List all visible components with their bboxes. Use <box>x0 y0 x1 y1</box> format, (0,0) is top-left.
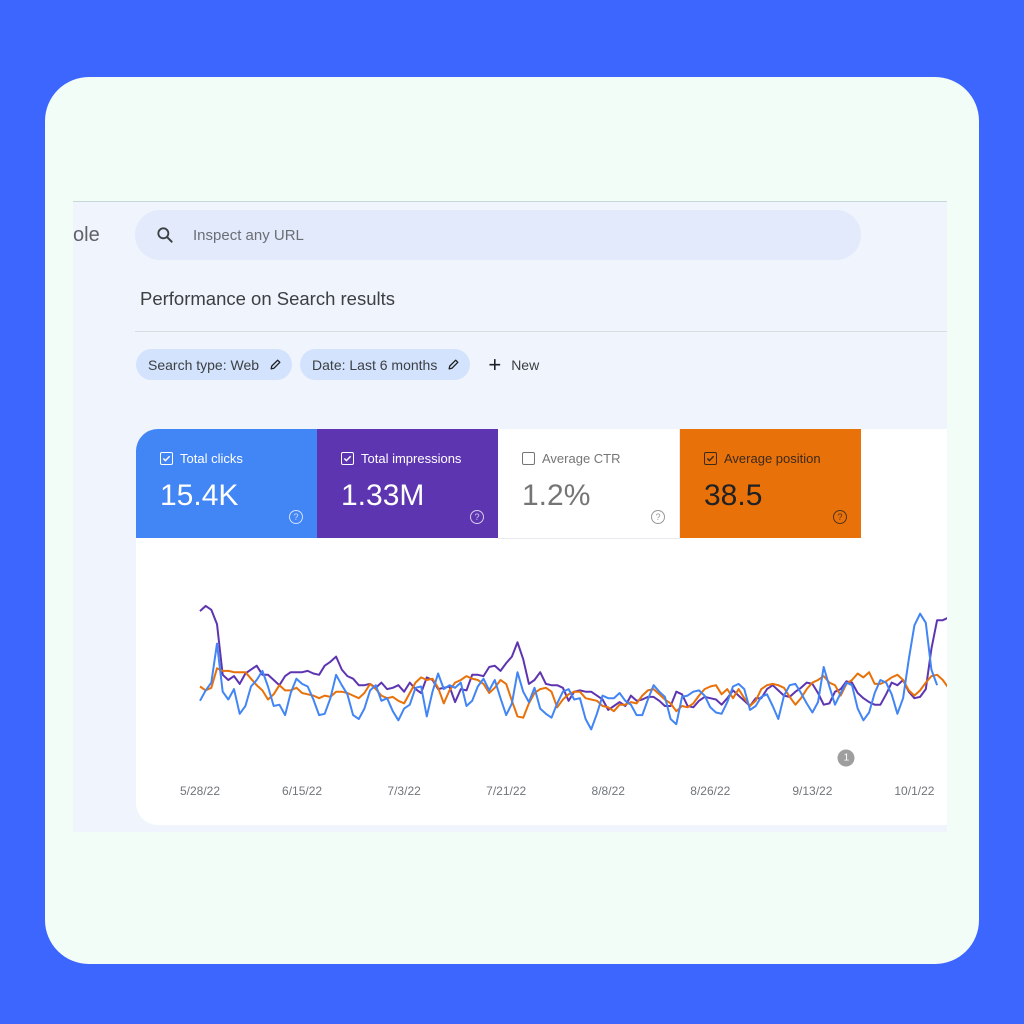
filter-chip-label: Date: Last 6 months <box>312 356 438 373</box>
brand-logo-fragment: ole <box>73 224 100 246</box>
search-icon <box>157 227 173 243</box>
help-icon[interactable]: ? <box>470 510 484 524</box>
filter-chip-search-type[interactable]: Search type: Web <box>136 349 293 380</box>
help-icon[interactable]: ? <box>289 510 303 524</box>
metric-label: Average CTR <box>542 451 621 466</box>
x-tick-label: 5/28/22 <box>179 784 221 798</box>
x-tick-label: 7/21/22 <box>486 784 527 798</box>
metric-value: 1.33M <box>341 479 425 512</box>
new-filter-label: New <box>511 356 540 373</box>
checkbox-checked-icon[interactable] <box>341 452 354 465</box>
x-tick-label: 6/15/22 <box>282 784 323 798</box>
filter-chip-date[interactable]: Date: Last 6 months <box>300 349 471 380</box>
filter-bar: Search type: Web Date: Last 6 months + N… <box>136 349 539 380</box>
page-title: Performance on Search results <box>140 288 396 309</box>
metric-average-position[interactable]: Average position 38.5 ? <box>680 429 861 538</box>
x-tick-label: 8/8/22 <box>591 784 625 798</box>
metric-label: Average position <box>724 451 821 466</box>
divider <box>135 331 947 332</box>
checkbox-checked-icon[interactable] <box>704 452 717 465</box>
x-tick-label: 8/26/22 <box>690 784 731 798</box>
help-icon[interactable]: ? <box>651 510 665 524</box>
metric-total-clicks[interactable]: Total clicks 15.4K ? <box>136 429 317 538</box>
search-console-screenshot: ole Performance on Search results Search… <box>73 201 947 832</box>
metric-label: Total clicks <box>180 451 243 466</box>
x-tick-label: 9/13/22 <box>792 784 833 798</box>
new-filter-button[interactable]: + New <box>488 351 540 377</box>
metric-total-impressions[interactable]: Total impressions 1.33M ? <box>317 429 498 538</box>
x-tick-label: 10/1/22 <box>894 784 935 798</box>
metric-value: 15.4K <box>160 479 239 512</box>
plus-icon: + <box>488 351 502 377</box>
url-inspect-input[interactable] <box>191 225 795 245</box>
metric-label: Total impressions <box>361 451 462 466</box>
chart-annotation-marker[interactable]: 1 <box>837 749 855 767</box>
metric-value: 1.2% <box>522 479 591 512</box>
metric-tabs: Total clicks 15.4K ? Total impressions 1… <box>136 429 947 539</box>
metric-average-ctr[interactable]: Average CTR 1.2% ? <box>498 429 680 539</box>
pencil-icon <box>447 358 460 371</box>
pencil-icon <box>269 358 282 371</box>
checkbox-checked-icon[interactable] <box>160 452 173 465</box>
performance-card: Total clicks 15.4K ? Total impressions 1… <box>136 429 947 825</box>
x-tick-label: 7/3/22 <box>387 784 421 798</box>
url-inspect-search-bar[interactable] <box>135 210 861 260</box>
checkbox-unchecked-icon[interactable] <box>522 452 535 465</box>
filter-chip-label: Search type: Web <box>148 356 260 373</box>
help-icon[interactable]: ? <box>833 510 847 524</box>
metric-value: 38.5 <box>704 479 763 512</box>
chart-plot-area <box>199 604 947 731</box>
performance-chart: 5/28/22 6/15/22 7/3/22 7/21/22 8/8/22 8/26/22… <box>136 539 947 825</box>
